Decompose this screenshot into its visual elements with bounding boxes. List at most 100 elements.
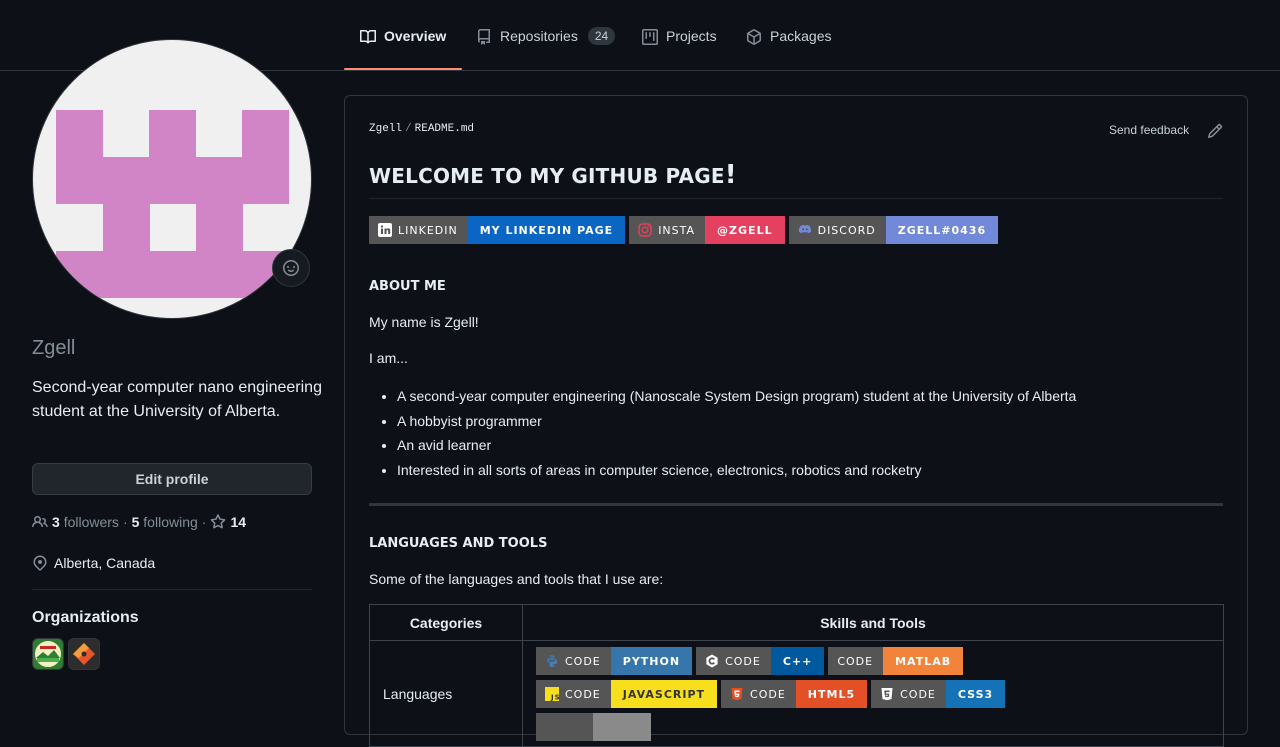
list-item: Interested in all sorts of areas in comp…: [397, 460, 1076, 480]
partial-badge[interactable]: [536, 713, 651, 741]
badge-label: CODE: [565, 654, 601, 668]
badge-right: [593, 713, 651, 741]
following-link[interactable]: 5 following: [132, 514, 198, 530]
badge-right: HTML5: [795, 680, 868, 708]
list-item: A hobbyist programmer: [397, 411, 1076, 431]
instagram-badge[interactable]: INSTA @ZGELL: [629, 216, 785, 244]
badge-right: JAVASCRIPT: [610, 680, 718, 708]
languages-intro: Some of the languages and tools that I u…: [369, 571, 664, 587]
matlab-badge[interactable]: CODE MATLAB: [828, 647, 964, 675]
badge-left: LINKEDIN: [369, 216, 468, 244]
badge-label: CODE: [565, 687, 601, 701]
location-text: Alberta, Canada: [54, 555, 156, 571]
badge-left: CODE: [871, 680, 946, 708]
category-cell: Languages: [369, 640, 523, 747]
separator-dot: ·: [122, 514, 128, 530]
badge-row: CODE PYTHON CODE C++ CODE MATLAB: [536, 647, 1223, 675]
badge-left: JS CODE: [536, 680, 611, 708]
horizontal-rule: [369, 503, 1223, 506]
linkedin-icon: [378, 223, 392, 237]
languages-heading: LANGUAGES AND TOOLS: [369, 536, 548, 551]
breadcrumb-owner[interactable]: Zgell: [369, 123, 402, 135]
pencil-icon: [1207, 123, 1223, 139]
html5-icon: [730, 687, 744, 701]
package-icon: [747, 29, 761, 45]
sidebar-divider: [32, 589, 312, 590]
badge-left: DISCORD: [788, 216, 886, 244]
followers-label: followers: [63, 514, 119, 530]
cpp-badge[interactable]: CODE C++: [696, 647, 825, 675]
about-paragraph: My name is Zgell!: [369, 314, 479, 330]
badge-label: LINKEDIN: [398, 223, 458, 237]
followers-count: 3: [52, 514, 60, 530]
list-item: An avid learner: [397, 435, 1076, 455]
edit-readme-button[interactable]: [1207, 123, 1223, 139]
readme-panel: Zgell / README.md Send feedback WELCOME TO…: [344, 95, 1248, 747]
organization-avatar[interactable]: [32, 638, 64, 670]
badge-left: CODE: [721, 680, 796, 708]
skills-table: Categories Skills and Tools Languages CO…: [369, 604, 1224, 747]
tab-repositories[interactable]: Repositories 24: [476, 27, 616, 70]
readme-heading: WELCOME TO MY GITHUB PAGE!: [369, 160, 1223, 199]
tab-label: Overview: [384, 28, 447, 44]
social-badges: LINKEDIN MY LINKEDIN PAGE INSTA @ZGELL D…: [369, 216, 999, 244]
linkedin-badge[interactable]: LINKEDIN MY LINKEDIN PAGE: [369, 216, 626, 244]
about-paragraph: I am...: [369, 350, 408, 366]
badge-label: CODE: [725, 654, 761, 668]
stars-count: 14: [230, 514, 247, 530]
discord-badge[interactable]: DISCORD ZGELL#0436: [788, 216, 999, 244]
tab-projects[interactable]: Projects: [642, 28, 717, 70]
repo-count-badge: 24: [587, 27, 616, 45]
python-icon: [545, 654, 559, 668]
follow-stats: 3 followers · 5 following · 14: [32, 514, 246, 530]
tab-label: Projects: [666, 28, 717, 44]
javascript-badge[interactable]: JS CODE JAVASCRIPT: [536, 680, 718, 708]
set-status-button[interactable]: [272, 249, 310, 287]
html5-badge[interactable]: CODE HTML5: [721, 680, 868, 708]
book-icon: [360, 29, 376, 44]
table-header: Categories: [369, 604, 523, 641]
badge-label: DISCORD: [817, 223, 876, 237]
badge-label: CODE: [837, 654, 874, 668]
discord-icon: [798, 223, 812, 237]
javascript-icon: JS: [545, 687, 559, 701]
css3-icon: [880, 687, 894, 701]
readme-breadcrumb: Zgell / README.md: [369, 123, 474, 135]
profile-bio: Second-year computer nano engineering st…: [32, 379, 322, 420]
separator-dot: ·: [201, 514, 207, 530]
followers-link[interactable]: 3 followers: [52, 514, 119, 530]
python-badge[interactable]: CODE PYTHON: [536, 647, 693, 675]
tab-packages[interactable]: Packages: [746, 28, 831, 70]
svg-text:JS: JS: [550, 694, 559, 702]
send-feedback-link[interactable]: Send feedback: [1109, 123, 1189, 137]
username: Zgell: [32, 337, 76, 359]
skills-cell: CODE PYTHON CODE C++ CODE MATLAB JS CODE…: [522, 640, 1224, 747]
edit-profile-button[interactable]: Edit profile: [32, 463, 312, 495]
about-list: A second-year computer engineering (Nano…: [369, 386, 1076, 484]
badge-left: INSTA: [629, 216, 706, 244]
location: Alberta, Canada: [32, 555, 155, 571]
badge-right: C++: [770, 647, 825, 675]
avatar[interactable]: [32, 39, 312, 319]
tab-label: Repositories: [500, 28, 578, 44]
stars-link[interactable]: 14: [210, 514, 246, 530]
list-item: A second-year computer engineering (Nano…: [397, 386, 1076, 406]
smiley-icon: [283, 260, 299, 276]
badge-label: CODE: [900, 687, 936, 701]
badge-left: [536, 713, 593, 741]
badge-row: JS CODE JAVASCRIPT CODE HTML5 CODE CSS3: [536, 680, 1223, 708]
instagram-icon: [638, 223, 652, 237]
organization-list: [32, 638, 100, 670]
organization-avatar[interactable]: [68, 638, 100, 670]
breadcrumb-file[interactable]: README.md: [415, 123, 474, 135]
following-label: following: [143, 514, 198, 530]
tab-overview[interactable]: Overview: [343, 28, 463, 70]
badge-right: CSS3: [945, 680, 1006, 708]
table-header: Skills and Tools: [522, 604, 1224, 641]
star-icon: [211, 514, 226, 529]
breadcrumb-separator: /: [405, 123, 412, 135]
badge-right: MATLAB: [883, 647, 964, 675]
location-icon: [33, 555, 47, 571]
css3-badge[interactable]: CODE CSS3: [871, 680, 1006, 708]
organizations-heading: Organizations: [32, 609, 139, 626]
